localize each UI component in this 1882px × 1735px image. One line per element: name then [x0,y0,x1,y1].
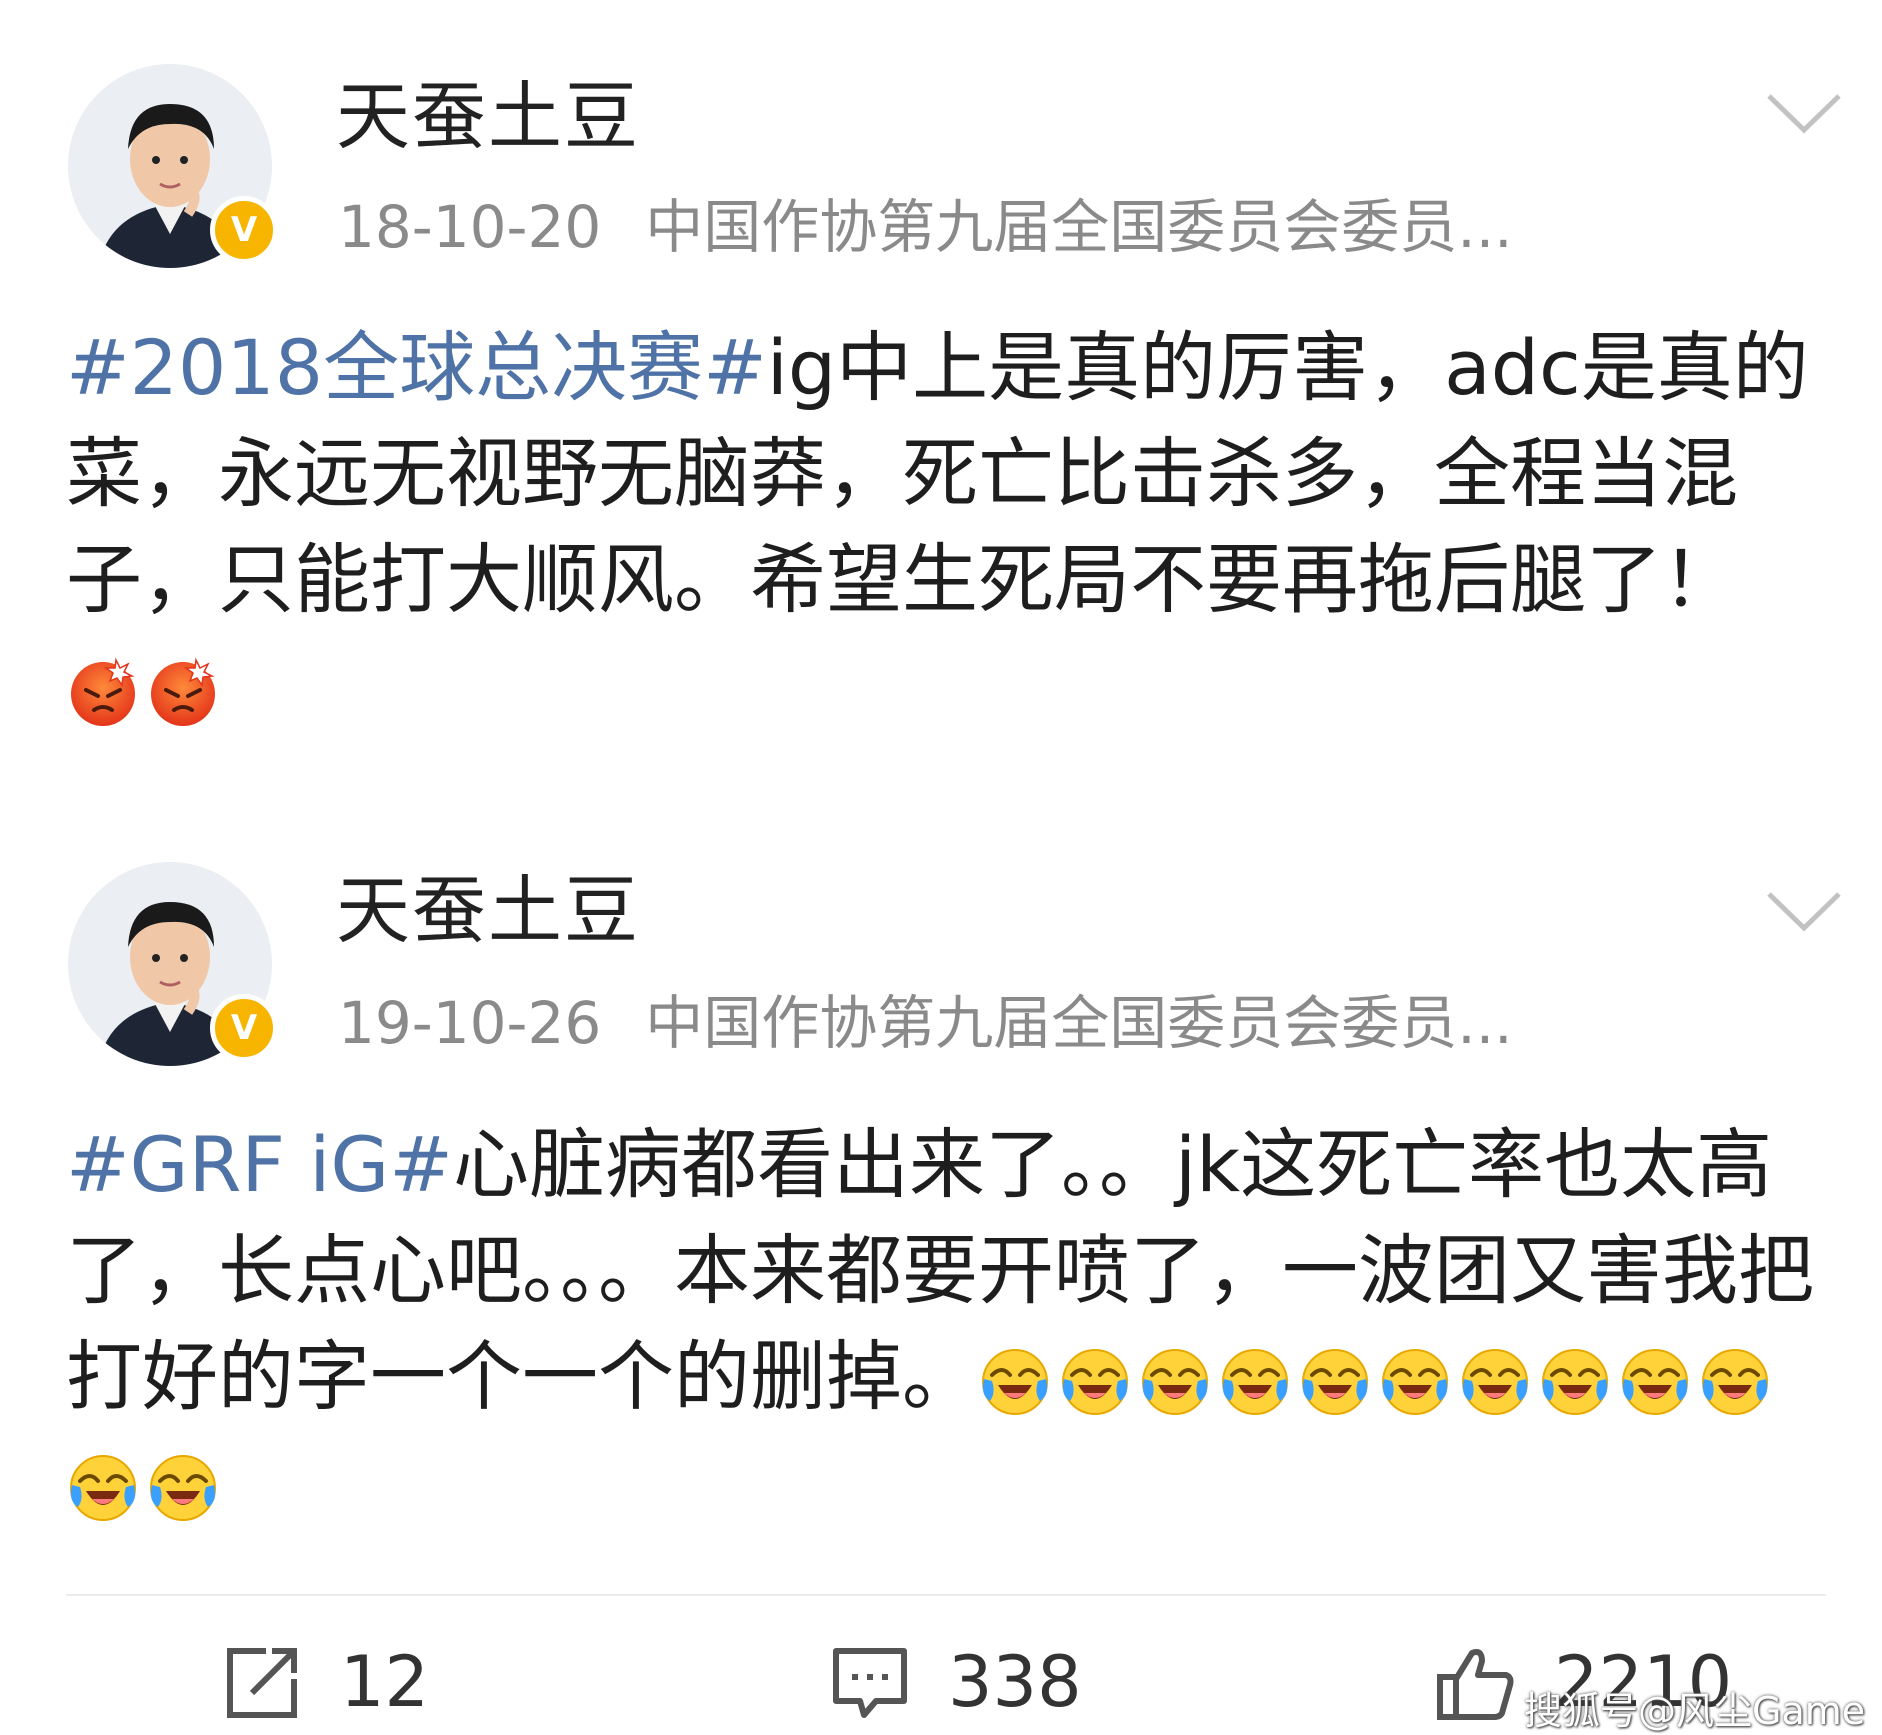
divider [66,1594,1826,1596]
post-date: 18-10-20 [338,193,602,261]
hashtag-link[interactable]: #GRF iG# [66,1120,453,1209]
avatar[interactable]: V [68,64,278,268]
comment-count: 338 [948,1641,1082,1723]
crying-laughing-icon [1058,1345,1132,1419]
verified-badge-icon: V [210,994,278,1062]
post-meta: 19-10-26 中国作协第九届全国委员会委员... [338,988,1513,1058]
post-meta: 18-10-20 中国作协第九届全国委员会委员... [338,192,1513,262]
post-date: 19-10-26 [338,989,602,1057]
crying-laughing-icon [1298,1345,1372,1419]
crying-laughing-icon [1538,1345,1612,1419]
repost-icon [227,1647,297,1718]
comment-icon [833,1647,907,1718]
repost-button[interactable]: 12 [222,1630,429,1735]
username[interactable]: 天蚕土豆 [336,72,640,162]
verified-badge-icon: V [210,196,278,264]
crying-laughing-icon [66,1451,140,1525]
user-description: 中国作协第九届全国委员会委员... [645,989,1513,1057]
crying-laughing-icon [1218,1345,1292,1419]
crying-laughing-icon [1378,1345,1452,1419]
watermark: 搜狐号@风尘Game [1524,1689,1866,1733]
crying-laughing-icon [978,1345,1052,1419]
user-description: 中国作协第九届全国委员会委员... [645,193,1513,261]
crying-laughing-icon [1138,1345,1212,1419]
post-content: #GRF iG#心脏病都看出来了。。jk这死亡率也太高了，长点心吧。。。本来都要… [66,1112,1826,1536]
avatar[interactable]: V [68,862,278,1066]
angry-face-icon [146,654,220,728]
chevron-down-icon[interactable] [1765,890,1843,934]
chevron-down-icon[interactable] [1765,92,1843,136]
crying-laughing-icon [1698,1345,1772,1419]
crying-laughing-icon [146,1451,220,1525]
thumbs-up-icon [1437,1648,1514,1720]
hashtag-link[interactable]: #2018全球总决赛# [66,323,767,412]
username[interactable]: 天蚕土豆 [336,866,640,956]
repost-count: 12 [340,1641,430,1723]
crying-laughing-icon [1618,1345,1692,1419]
post-content: #2018全球总决赛#ig中上是真的厉害，adc是真的菜，永远无视野无脑莽，死亡… [66,315,1826,739]
comment-button[interactable]: 338 [830,1630,1082,1735]
angry-face-icon [66,654,140,728]
crying-laughing-icon [1458,1345,1532,1419]
